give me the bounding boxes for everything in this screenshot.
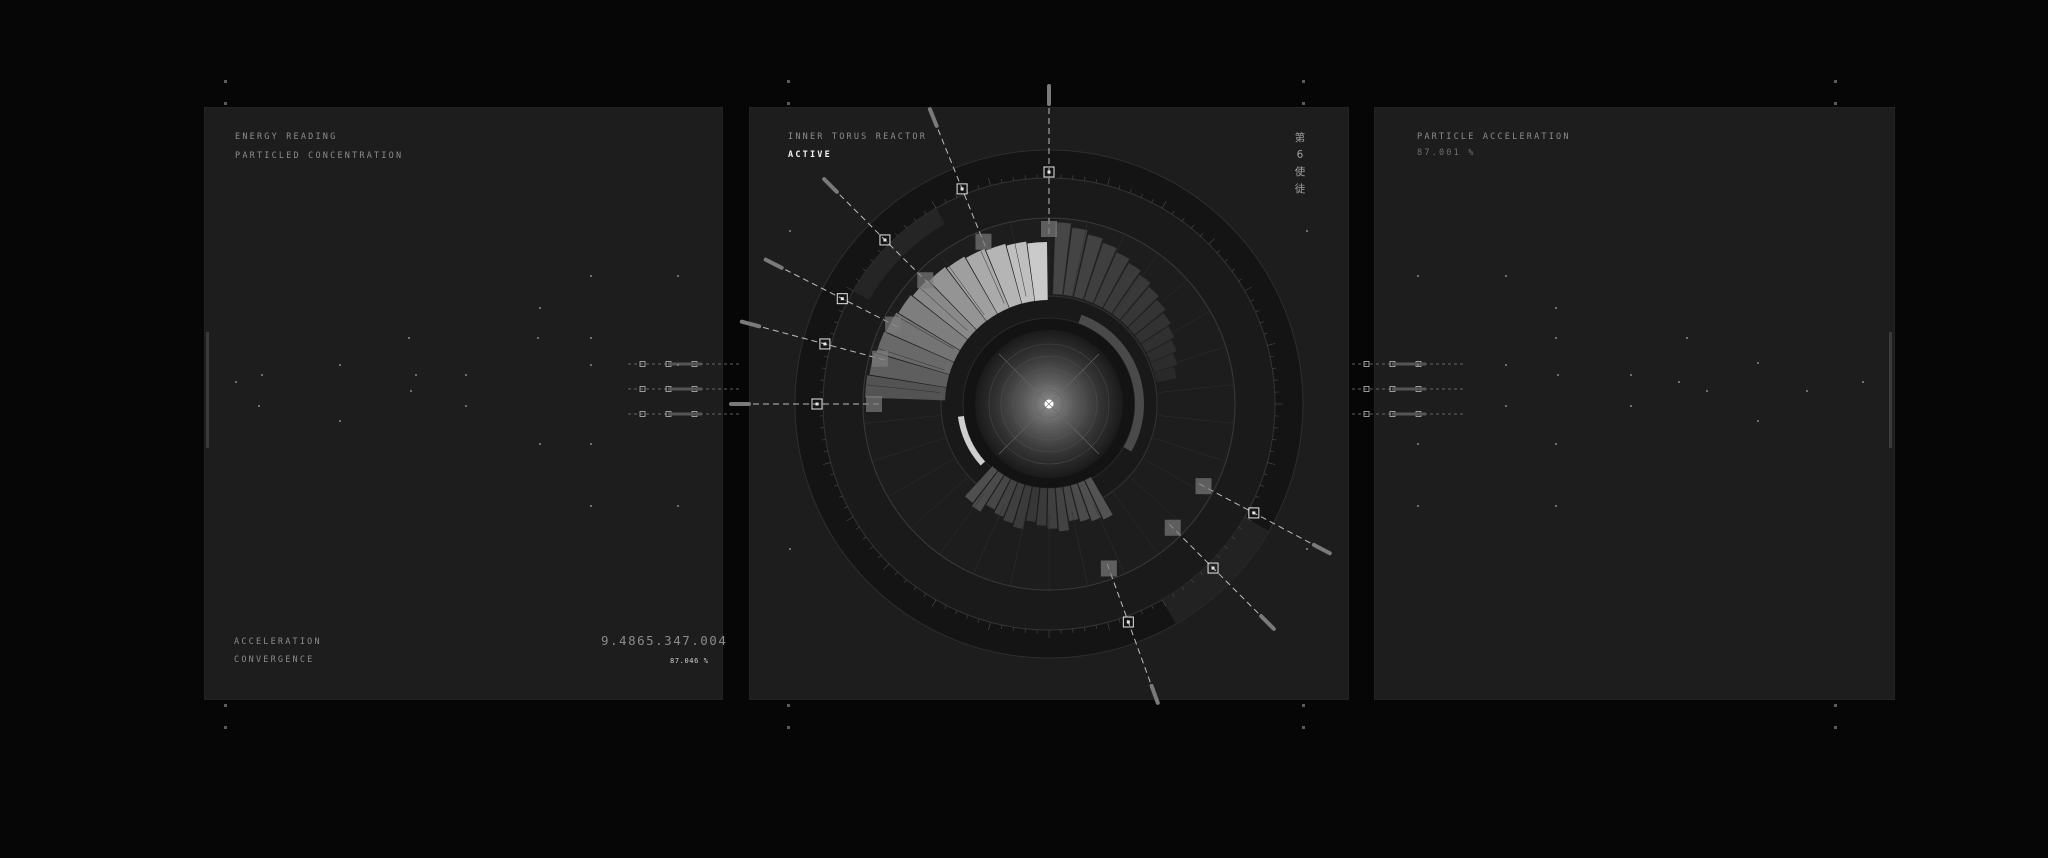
grid-dot [415, 374, 417, 376]
grid-dot [1757, 362, 1759, 364]
grid-dot [537, 337, 539, 339]
grid-dot [1505, 275, 1507, 277]
grid-dot [339, 420, 341, 422]
grid-dot [1505, 405, 1507, 407]
grid-dot [677, 364, 679, 366]
grid-dot [1630, 374, 1632, 376]
grid-dot [1505, 364, 1507, 366]
grid-dot [590, 443, 592, 445]
connector-bar [668, 412, 702, 416]
grid-dot [590, 364, 592, 366]
grid-dot [1555, 337, 1557, 339]
connector-bar [1392, 362, 1426, 366]
grid-dot [261, 374, 263, 376]
grid-dot [1630, 405, 1632, 407]
connector-bar [668, 362, 702, 366]
grid-dot [1862, 381, 1864, 383]
grid-dot [1417, 364, 1419, 366]
grid-dot [590, 337, 592, 339]
grid-dot [1686, 337, 1688, 339]
grid-dot [1417, 275, 1419, 277]
grid-dot [677, 275, 679, 277]
grid-dot [1757, 420, 1759, 422]
grid-dot [539, 307, 541, 309]
connector-bar [1392, 387, 1426, 391]
grid-dot [590, 505, 592, 507]
grid-dot [677, 505, 679, 507]
grid-dot [1306, 548, 1308, 550]
grid-dot [1806, 390, 1808, 392]
grid-dot [1706, 390, 1708, 392]
connector-bar [1392, 412, 1426, 416]
grid-dot [235, 381, 237, 383]
grid-dot [339, 364, 341, 366]
grid-dot [1557, 374, 1559, 376]
connector-bar [668, 387, 702, 391]
grid-dot [1417, 443, 1419, 445]
grid-dot [789, 548, 791, 550]
grid-dot [410, 390, 412, 392]
grid-dot [1555, 307, 1557, 309]
grid-dot [1678, 381, 1680, 383]
grid-dot [1555, 443, 1557, 445]
grid-dot [789, 230, 791, 232]
panel-connectors [628, 361, 1465, 417]
grid-dot [258, 405, 260, 407]
grid-dot [539, 443, 541, 445]
grid-dot [1417, 505, 1419, 507]
grid-dot [590, 275, 592, 277]
grid-dot [408, 337, 410, 339]
grid-dot [465, 374, 467, 376]
grid-dot [1555, 505, 1557, 507]
grid-dot [1306, 230, 1308, 232]
grid-dot [465, 405, 467, 407]
